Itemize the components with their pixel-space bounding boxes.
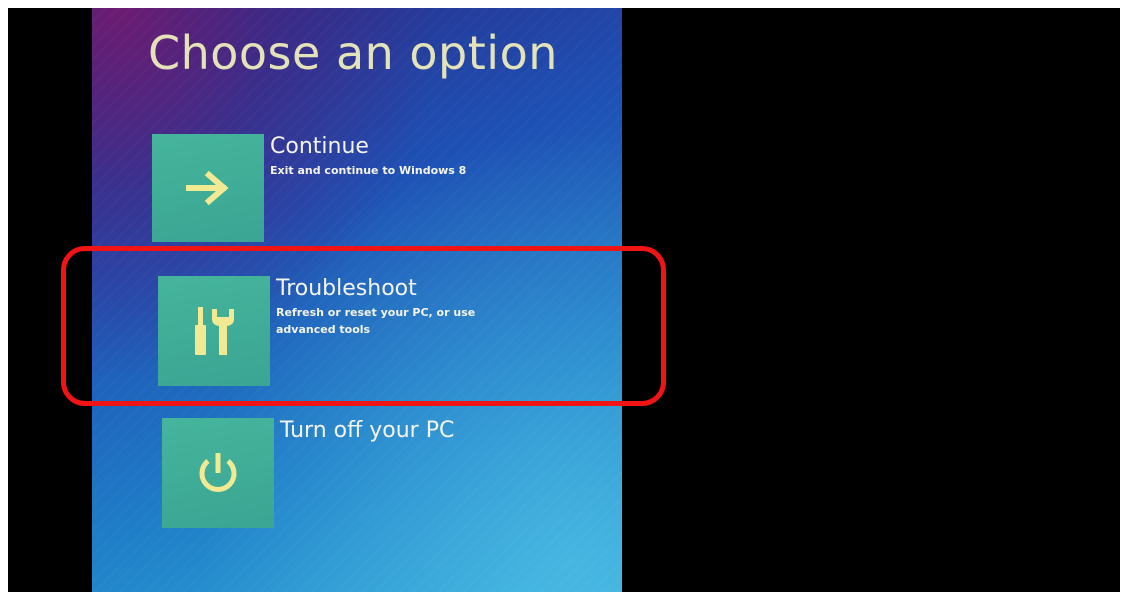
troubleshoot-text: Troubleshoot Refresh or reset your PC, o…	[276, 276, 475, 338]
continue-description: Exit and continue to Windows 8	[270, 164, 467, 177]
continue-text: Continue Exit and continue to Windows 8	[270, 134, 466, 179]
continue-label: Continue	[270, 134, 369, 159]
recovery-screen: Choose an option Continue Exit and conti…	[92, 8, 622, 592]
tools-icon	[192, 305, 236, 357]
troubleshoot-tile[interactable]	[158, 276, 270, 386]
turn-off-tile[interactable]	[162, 418, 274, 528]
continue-tile[interactable]	[152, 134, 264, 242]
turn-off-text: Turn off your PC	[280, 418, 454, 444]
page-title: Choose an option	[148, 26, 558, 80]
arrow-right-icon	[185, 170, 231, 206]
option-continue[interactable]: Continue Exit and continue to Windows 8	[152, 134, 492, 246]
option-troubleshoot[interactable]: Troubleshoot Refresh or reset your PC, o…	[158, 276, 498, 388]
power-icon	[193, 448, 243, 498]
option-turn-off[interactable]: Turn off your PC	[162, 418, 502, 530]
troubleshoot-label: Troubleshoot	[276, 276, 417, 301]
photo-frame: Choose an option Continue Exit and conti…	[8, 8, 1120, 592]
troubleshoot-description-line2: advanced tools	[276, 323, 371, 336]
troubleshoot-description-line1: Refresh or reset your PC, or use	[276, 306, 476, 319]
turn-off-label: Turn off your PC	[280, 418, 455, 443]
